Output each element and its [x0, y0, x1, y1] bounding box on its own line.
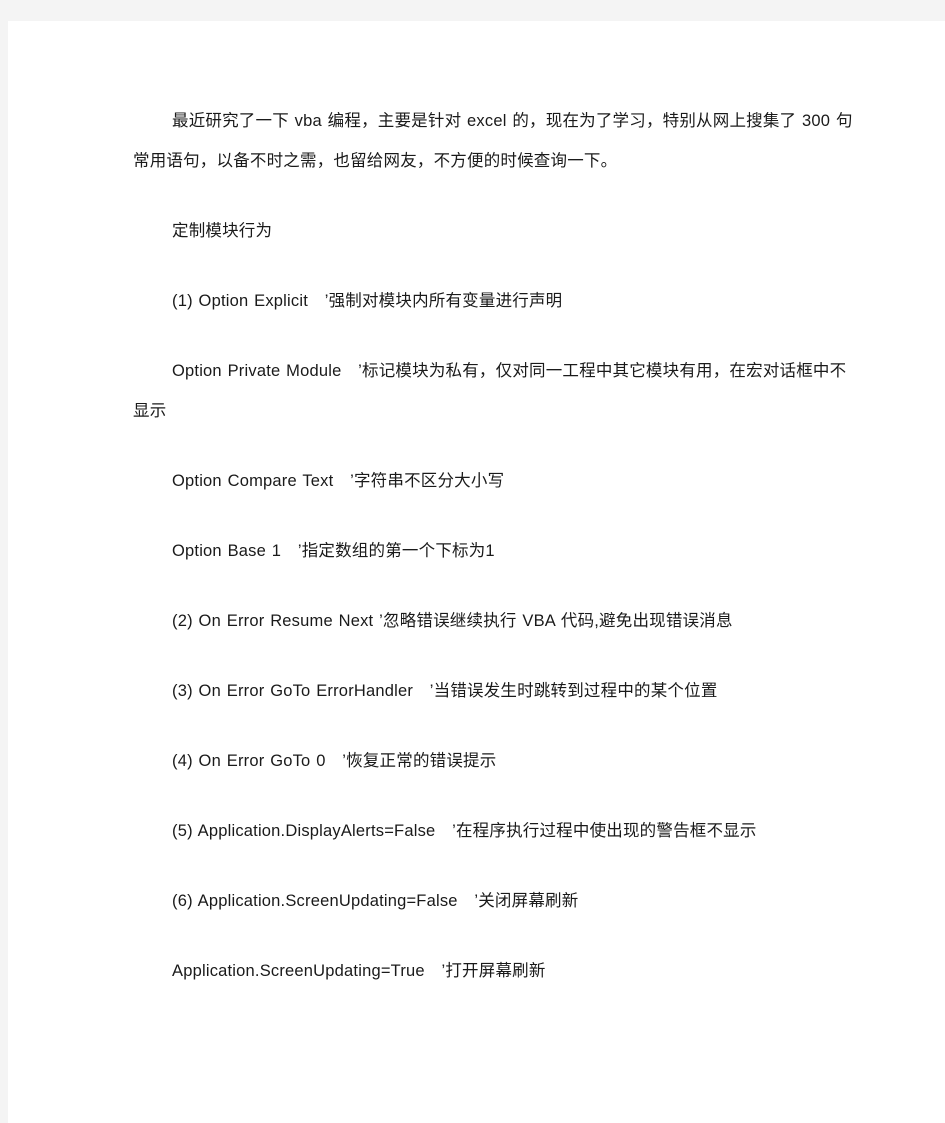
- paragraph-item-1d: Option Base 1 ’指定数组的第一个下标为1: [172, 542, 495, 560]
- paragraph-item-5: (5) Application.DisplayAlerts=False ’在程序…: [172, 822, 757, 840]
- document-text-body: 最近研究了一下 vba 编程，主要是针对 excel 的，现在为了学习，特别从网…: [133, 101, 855, 991]
- paragraph-item-2: (2) On Error Resume Next ’忽略错误继续执行 VBA 代…: [172, 612, 733, 630]
- page-frame-top-band: [0, 0, 945, 21]
- paragraph-item-3: (3) On Error GoTo ErrorHandler ’当错误发生时跳转…: [172, 682, 718, 700]
- paragraph-item-1b: Option Private Module ’标记模块为私有，仅对同一工程中其它…: [133, 362, 847, 420]
- document-page-sheet: 最近研究了一下 vba 编程，主要是针对 excel 的，现在为了学习，特别从网…: [8, 21, 945, 1123]
- paragraph-item-1c: Option Compare Text ’字符串不区分大小写: [172, 472, 505, 490]
- paragraph-intro: 最近研究了一下 vba 编程，主要是针对 excel 的，现在为了学习，特别从网…: [133, 112, 853, 170]
- paragraph-section-heading: 定制模块行为: [172, 222, 273, 240]
- paragraph-item-6b: Application.ScreenUpdating=True ’打开屏幕刷新: [172, 962, 546, 980]
- paragraph-item-6: (6) Application.ScreenUpdating=False ’关闭…: [172, 892, 579, 910]
- paragraph-item-4: (4) On Error GoTo 0 ’恢复正常的错误提示: [172, 752, 497, 770]
- paragraph-item-1: (1) Option Explicit ’强制对模块内所有变量进行声明: [172, 292, 563, 310]
- page-frame-left-strip: [0, 0, 8, 1123]
